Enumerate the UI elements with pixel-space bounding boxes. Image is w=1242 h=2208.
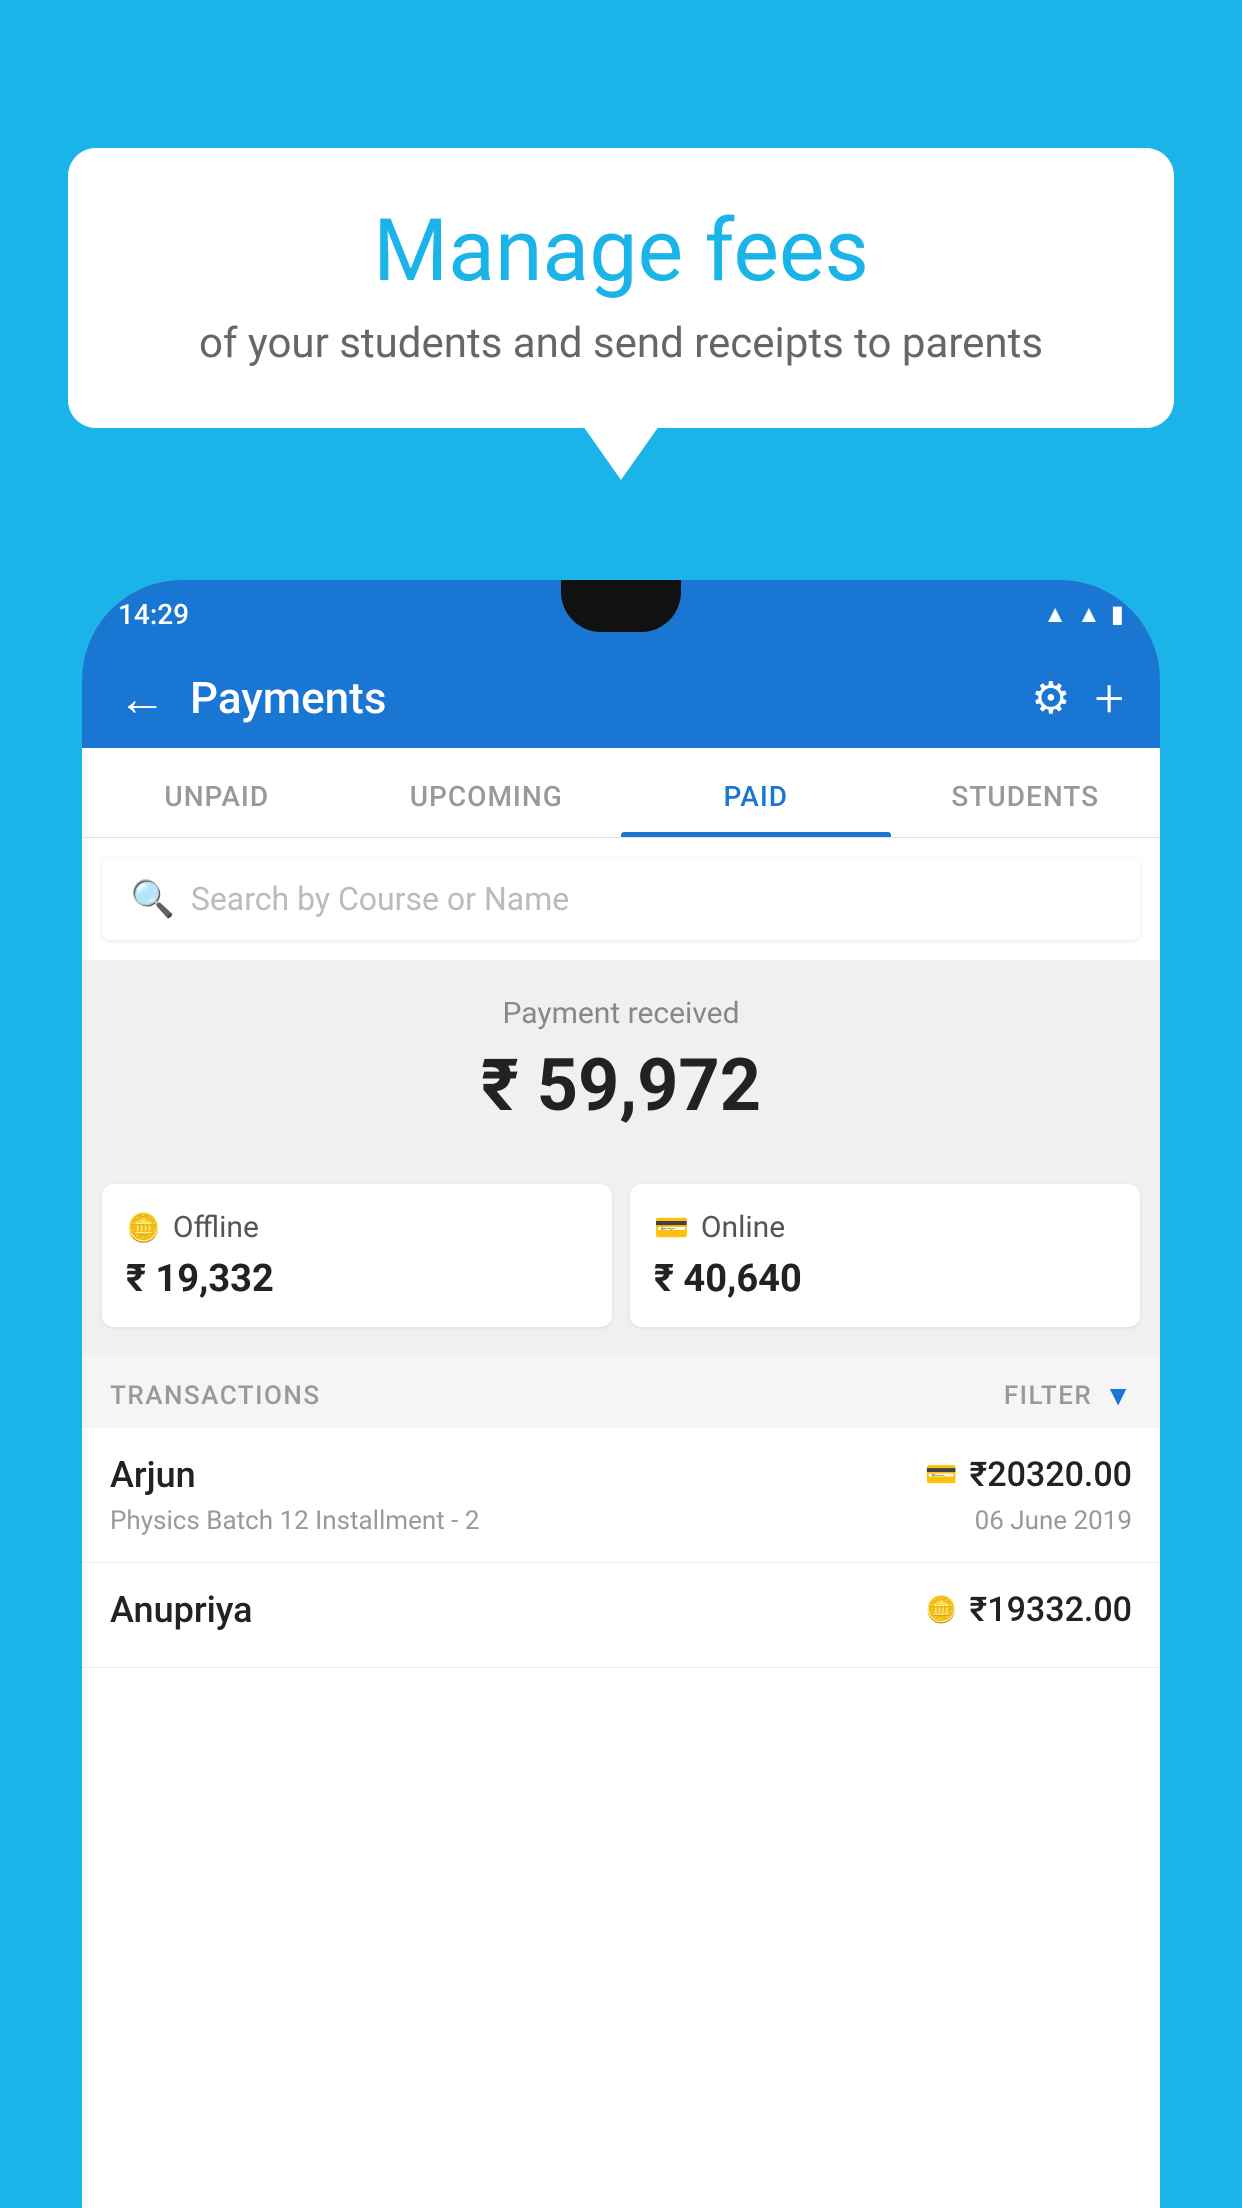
offline-payment-icon: 🪙 — [925, 1595, 957, 1625]
bubble-subtitle: of your students and send receipts to pa… — [128, 319, 1114, 368]
transaction-detail: Physics Batch 12 Installment - 2 — [110, 1506, 479, 1536]
search-bar[interactable]: 🔍 Search by Course or Name — [102, 858, 1140, 940]
tab-unpaid[interactable]: UNPAID — [82, 748, 352, 837]
header-title: Payments — [190, 672, 1007, 724]
transaction-name: Arjun — [110, 1454, 196, 1496]
phone-frame: 14:29 ▲ ▲ ▮ ← Payments ⚙ + UNPAID UPCOMI… — [82, 580, 1160, 2208]
transaction-name: Anupriya — [110, 1589, 253, 1631]
tab-paid[interactable]: PAID — [621, 748, 891, 837]
tab-upcoming[interactable]: UPCOMING — [352, 748, 622, 837]
offline-icon: 🪙 — [126, 1211, 161, 1244]
search-placeholder: Search by Course or Name — [191, 880, 569, 918]
phone-notch — [561, 580, 681, 632]
offline-amount: ₹ 19,332 — [126, 1257, 588, 1301]
back-button[interactable]: ← — [118, 670, 166, 727]
settings-button[interactable]: ⚙ — [1031, 672, 1070, 724]
transaction-amount: ₹20320.00 — [970, 1455, 1132, 1495]
total-payment-amount: ₹ 59,972 — [110, 1043, 1132, 1128]
filter-icon: ▼ — [1104, 1379, 1132, 1412]
status-time: 14:29 — [118, 598, 189, 631]
add-button[interactable]: + — [1095, 668, 1124, 729]
filter-row[interactable]: FILTER ▼ — [1004, 1379, 1132, 1412]
payment-cards: 🪙 Offline ₹ 19,332 💳 Online ₹ 40,640 — [82, 1184, 1160, 1355]
status-icons: ▲ ▲ ▮ — [1043, 600, 1124, 629]
speech-bubble: Manage fees of your students and send re… — [68, 148, 1174, 428]
online-amount: ₹ 40,640 — [654, 1257, 1116, 1301]
bubble-title: Manage fees — [128, 204, 1114, 299]
online-payment-icon: 💳 — [925, 1460, 957, 1490]
table-row[interactable]: Arjun 💳 ₹20320.00 Physics Batch 12 Insta… — [82, 1428, 1160, 1563]
battery-icon: ▮ — [1111, 600, 1124, 628]
status-bar: 14:29 ▲ ▲ ▮ — [82, 580, 1160, 648]
online-label: Online — [701, 1210, 785, 1245]
signal-icon: ▲ — [1077, 600, 1101, 629]
table-row[interactable]: Anupriya 🪙 ₹19332.00 — [82, 1563, 1160, 1668]
transactions-header: TRANSACTIONS FILTER ▼ — [82, 1355, 1160, 1428]
search-icon: 🔍 — [130, 878, 175, 920]
wifi-icon: ▲ — [1043, 600, 1067, 629]
filter-label: FILTER — [1004, 1381, 1092, 1411]
payment-received-section: Payment received ₹ 59,972 — [82, 960, 1160, 1184]
online-card: 💳 Online ₹ 40,640 — [630, 1184, 1140, 1327]
transactions-label: TRANSACTIONS — [110, 1381, 321, 1411]
tabs-bar: UNPAID UPCOMING PAID STUDENTS — [82, 748, 1160, 838]
tab-students[interactable]: STUDENTS — [891, 748, 1161, 837]
transaction-amount: ₹19332.00 — [970, 1590, 1132, 1630]
offline-card: 🪙 Offline ₹ 19,332 — [102, 1184, 612, 1327]
transaction-date: 06 June 2019 — [975, 1506, 1132, 1536]
payment-received-label: Payment received — [110, 996, 1132, 1031]
online-icon: 💳 — [654, 1211, 689, 1244]
app-header: ← Payments ⚙ + — [82, 648, 1160, 748]
offline-label: Offline — [173, 1210, 259, 1245]
